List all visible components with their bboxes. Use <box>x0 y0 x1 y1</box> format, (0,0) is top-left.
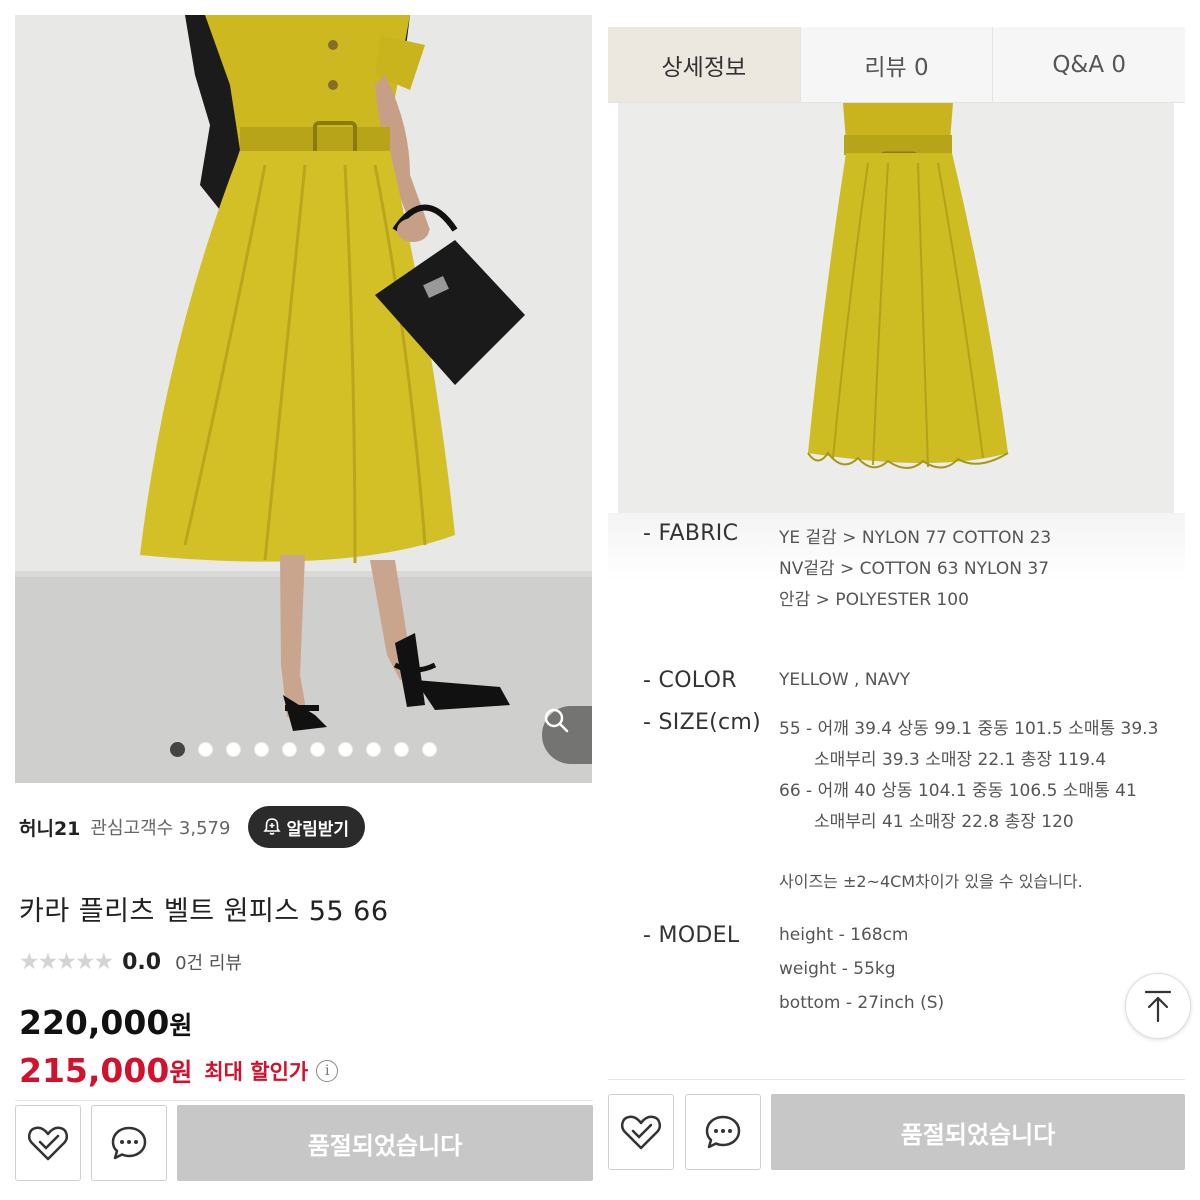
spec-fabric-line: 안감 > POLYESTER 100 <box>779 590 969 610</box>
chat-button[interactable] <box>685 1094 761 1170</box>
carousel-dot[interactable] <box>366 742 381 757</box>
review-count: 0건 리뷰 <box>175 953 242 974</box>
detail-tabs: 상세정보 리뷰 0 Q&A 0 <box>608 27 1186 103</box>
product-specs: - FABRIC YE 겉감 > NYLON 77 COTTON 23 NV겉감… <box>608 513 1185 1085</box>
spec-size-line: 소매부리 41 소매장 22.8 총장 120 <box>814 812 1074 832</box>
detail-photo-illustration <box>618 103 1174 513</box>
divider <box>608 1079 1185 1080</box>
spec-label-size: - SIZE(cm) <box>643 710 762 735</box>
carousel-dot[interactable] <box>198 742 213 757</box>
seller-name[interactable]: 허니21 <box>19 814 80 841</box>
spec-color: YELLOW , NAVY <box>779 670 911 690</box>
sale-price-unit: 원 <box>169 1057 193 1087</box>
spec-size-note: 사이즈는 ±2~4CM차이가 있을 수 있습니다. <box>779 872 1083 891</box>
original-price: 220,000 원 <box>19 1003 192 1042</box>
seller-fan-count: 관심고객수 3,579 <box>90 818 231 839</box>
rating-value: 0.0 <box>122 949 162 975</box>
spec-fabric-line: YE 겉감 > NYLON 77 COTTON 23 <box>779 528 1052 548</box>
alert-button[interactable]: 알림받기 <box>248 806 366 848</box>
spec-fabric-line: NV겉감 > COTTON 63 NYLON 37 <box>779 559 1050 579</box>
like-button[interactable] <box>608 1094 674 1170</box>
chat-bubble-icon <box>705 1115 741 1149</box>
spec-model-line: bottom - 27inch (S) <box>779 993 945 1013</box>
carousel-dot[interactable] <box>170 742 185 757</box>
spec-model-line: weight - 55kg <box>779 959 896 979</box>
sale-price: 215,000 원 최대 할인가 i <box>19 1051 339 1090</box>
tab-reviews[interactable]: 리뷰 0 <box>800 27 994 102</box>
product-title: 카라 플리츠 벨트 원피스 55 66 <box>19 896 389 927</box>
star-rating-icon: ★★★★★ <box>19 949 114 975</box>
scroll-top-button[interactable] <box>1125 973 1191 1039</box>
seller-info: 허니21 관심고객수 3,579 알림받기 <box>19 805 366 849</box>
product-detail-panel: 상세정보 리뷰 0 Q&A 0 - FABRIC YE 겉감 > NYLON 7… <box>608 15 1191 1185</box>
like-button[interactable] <box>15 1105 81 1181</box>
chat-button[interactable] <box>91 1105 167 1181</box>
carousel-indicator <box>170 742 437 757</box>
heart-check-icon <box>27 1126 69 1161</box>
carousel-dot[interactable] <box>394 742 409 757</box>
soldout-button[interactable]: 품절되었습니다 <box>771 1094 1185 1170</box>
carousel-dot[interactable] <box>310 742 325 757</box>
soldout-button[interactable]: 품절되었습니다 <box>177 1105 593 1181</box>
spec-size-line: 55 - 어깨 39.4 상동 99.1 중동 101.5 소매통 39.3 <box>779 719 1159 739</box>
spec-label-model: - MODEL <box>643 923 740 948</box>
product-image[interactable] <box>15 15 592 783</box>
price-unit: 원 <box>169 1011 193 1040</box>
spec-label-color: - COLOR <box>643 668 737 693</box>
magnifier-icon <box>544 708 569 733</box>
product-panel: 허니21 관심고객수 3,579 알림받기 카라 플리츠 벨트 원피스 55 6… <box>15 15 593 1185</box>
tab-qna[interactable]: Q&A 0 <box>993 27 1186 102</box>
detail-image <box>618 103 1174 513</box>
carousel-dot[interactable] <box>338 742 353 757</box>
spec-label-fabric: - FABRIC <box>643 521 739 546</box>
spec-size-line: 소매부리 39.3 소매장 22.1 총장 119.4 <box>814 750 1107 770</box>
product-photo-illustration <box>15 15 592 783</box>
info-icon[interactable]: i <box>316 1059 339 1082</box>
divider <box>15 1100 593 1101</box>
rating-summary[interactable]: ★★★★★ 0.0 0건 리뷰 <box>19 949 242 975</box>
spec-size-line: 66 - 어깨 40 상동 104.1 중동 106.5 소매통 41 <box>779 781 1137 801</box>
arrow-up-to-top-icon <box>1144 990 1172 1023</box>
sale-price-label: 최대 할인가 <box>204 1059 309 1084</box>
carousel-dot[interactable] <box>422 742 437 757</box>
carousel-dot[interactable] <box>226 742 241 757</box>
spec-model-line: height - 168cm <box>779 925 909 945</box>
zoom-button[interactable] <box>542 706 592 764</box>
alert-button-label: 알림받기 <box>286 819 350 840</box>
bell-plus-icon <box>263 818 282 835</box>
price-value: 220,000 <box>19 1003 170 1042</box>
tab-detail[interactable]: 상세정보 <box>608 27 801 102</box>
carousel-dot[interactable] <box>254 742 269 757</box>
carousel-dot[interactable] <box>282 742 297 757</box>
heart-check-icon <box>620 1115 662 1150</box>
chat-bubble-icon <box>111 1126 147 1160</box>
sale-price-value: 215,000 <box>19 1051 170 1090</box>
